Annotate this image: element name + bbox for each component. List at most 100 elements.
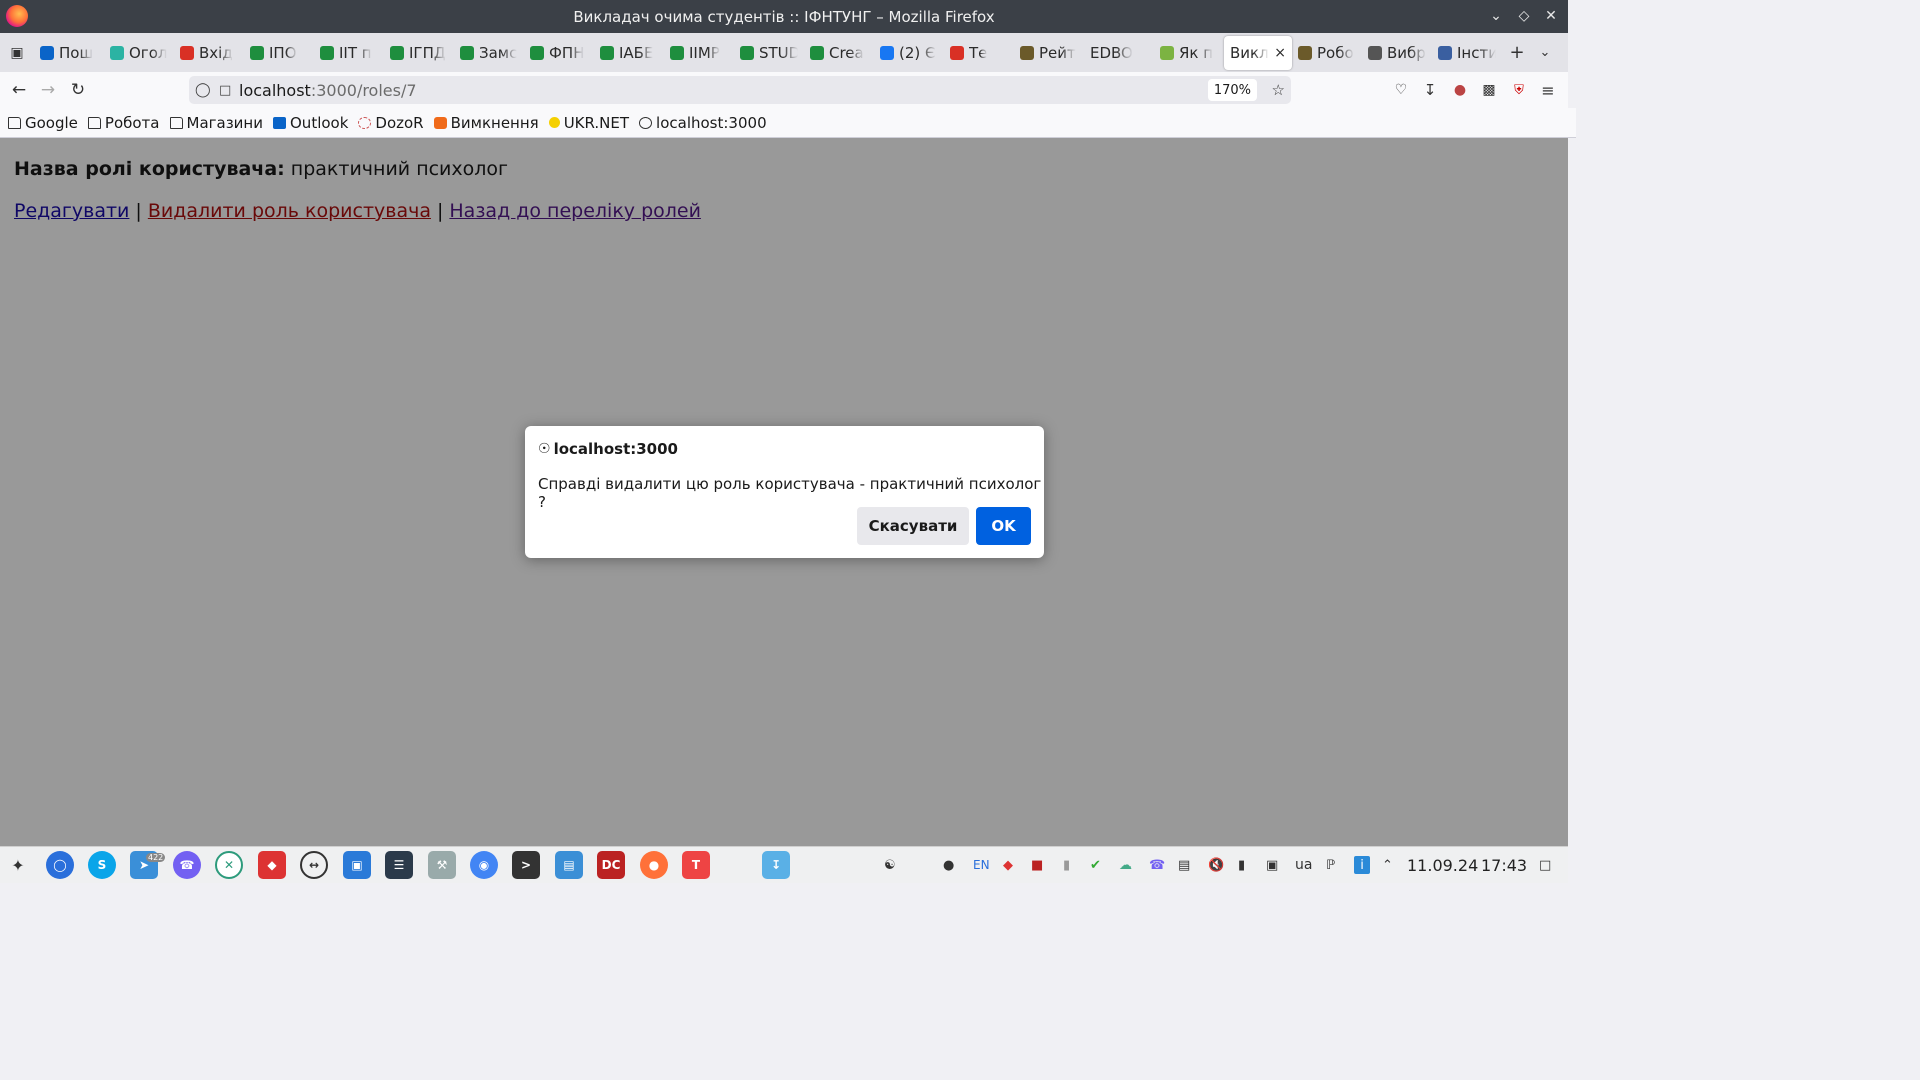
dc-tray-icon[interactable]: ■	[1031, 856, 1043, 874]
tab[interactable]: Робо	[1292, 36, 1362, 70]
tray-expand-icon[interactable]: ⌃	[1382, 856, 1393, 874]
back-button[interactable]: ←	[7, 78, 31, 102]
network-tray-icon[interactable]: ☯	[884, 856, 896, 874]
tools-icon[interactable]: ⚒	[428, 851, 456, 879]
bookmark-star-icon[interactable]: ☆	[1272, 81, 1285, 99]
skype-icon[interactable]: S	[88, 851, 116, 879]
forward-button[interactable]: →	[36, 78, 60, 102]
bluetooth-icon[interactable]: ℙ	[1326, 856, 1335, 874]
tab[interactable]: Вибр	[1362, 36, 1432, 70]
anydesk-icon[interactable]: ◆	[258, 851, 286, 879]
viber-tray-icon[interactable]: ☎	[1149, 856, 1165, 874]
tab[interactable]: ІІМР	[664, 36, 734, 70]
navigation-toolbar: ← → ↻ ◯ □ localhost:3000/roles/7 170% ☆ …	[0, 72, 1568, 108]
new-tab-button[interactable]: +	[1502, 42, 1532, 63]
tab[interactable]: Викл ×	[1224, 35, 1292, 70]
reload-button[interactable]: ↻	[66, 78, 90, 102]
tab-overview-icon[interactable]: ▣	[0, 45, 34, 61]
tab-close-icon[interactable]: ×	[1274, 45, 1286, 61]
page-info-icon[interactable]: □	[219, 83, 231, 98]
chromium-icon[interactable]: ◯	[46, 851, 74, 879]
anydesk-tray-icon[interactable]: ◆	[1003, 856, 1013, 874]
tab[interactable]: ІАБЕ	[594, 36, 664, 70]
close-icon[interactable]: ✕	[1541, 6, 1561, 26]
url-text[interactable]: localhost:3000/roles/7	[239, 81, 417, 100]
bookmark-item[interactable]: Робота	[87, 113, 160, 132]
bookmarks-toolbar: Google Робота Магазини Outlook DozoR Вимкненн…	[0, 108, 1576, 138]
extension-icon[interactable]: ●	[1448, 78, 1472, 102]
keyboard-layout-indicator[interactable]: EN	[973, 856, 990, 874]
tab[interactable]: Замс	[454, 36, 524, 70]
display-tray-icon[interactable]: ▣	[1266, 856, 1278, 874]
tab[interactable]: ІГПД	[384, 36, 454, 70]
tab[interactable]: EDBO	[1084, 36, 1154, 70]
tab-label: Викл	[1230, 43, 1269, 62]
clock-time[interactable]: 17:43	[1481, 856, 1527, 875]
bookmark-item[interactable]: Outlook	[273, 114, 348, 132]
tab[interactable]: Crea	[804, 36, 874, 70]
tab[interactable]: Пош	[34, 36, 104, 70]
folder-icon	[87, 116, 101, 129]
locale-indicator[interactable]: ua	[1295, 856, 1312, 874]
cancel-button[interactable]: Скасувати	[857, 507, 969, 545]
zoom-indicator[interactable]: 170%	[1207, 79, 1257, 101]
menu-hamburger-icon[interactable]: ≡	[1536, 78, 1560, 102]
bookmark-item[interactable]: Вимкнення	[433, 114, 539, 132]
app-launcher-icon[interactable]: ✦	[4, 851, 32, 879]
tab[interactable]: Вхід	[174, 36, 244, 70]
store-icon[interactable]: ▣	[343, 851, 371, 879]
helmet-tray-icon[interactable]: ●	[943, 856, 954, 874]
tab-list-chevron-icon[interactable]: ⌄	[1532, 45, 1558, 60]
firefox-taskbar-icon[interactable]: ●	[640, 851, 668, 879]
app-icon[interactable]: ✕	[215, 851, 243, 879]
battery-tray-icon[interactable]: ▮	[1238, 856, 1245, 874]
file-manager-icon[interactable]: ▤	[555, 851, 583, 879]
tab[interactable]: Інсти	[1432, 36, 1502, 70]
volume-muted-icon[interactable]: 🔇	[1208, 856, 1224, 874]
tab[interactable]: Огол	[104, 36, 174, 70]
terminal-panel-icon[interactable]: ☰	[385, 851, 413, 879]
viber-icon[interactable]: ☎	[173, 851, 201, 879]
cloud-tray-icon[interactable]: ☁	[1119, 856, 1132, 874]
minimize-icon[interactable]: ⌄	[1486, 6, 1506, 26]
tab[interactable]: ФПН	[524, 36, 594, 70]
doublecmd-icon[interactable]: DC	[597, 851, 625, 879]
tab[interactable]: STUD	[734, 36, 804, 70]
bookmark-item[interactable]: UKR.NET	[548, 113, 630, 132]
teamviewer-icon[interactable]: ↔	[300, 851, 328, 879]
tab[interactable]: Рейт	[1014, 36, 1084, 70]
calendar-icon[interactable]: T	[682, 851, 710, 879]
bookmark-item[interactable]: DozoR	[358, 114, 424, 132]
usb-tray-icon[interactable]: ▮	[1063, 856, 1070, 874]
globe-icon	[639, 116, 653, 129]
ok-button[interactable]: OK	[976, 507, 1031, 545]
tab[interactable]: Те	[944, 36, 1014, 70]
show-desktop-icon[interactable]: □	[1539, 856, 1551, 874]
tab[interactable]: Як п	[1154, 36, 1224, 70]
tab[interactable]: ІПО	[244, 36, 314, 70]
android-icon	[1160, 45, 1174, 60]
ublock-icon[interactable]: ⛨	[1507, 78, 1531, 102]
konsole-icon[interactable]: >	[512, 851, 540, 879]
bookmark-item[interactable]: localhost:3000	[639, 114, 767, 132]
maximize-icon[interactable]: ◇	[1514, 6, 1534, 26]
bookmark-item[interactable]: Google	[8, 114, 78, 132]
url-bar[interactable]: ◯ □ localhost:3000/roles/7 170% ☆	[189, 76, 1291, 104]
check-tray-icon[interactable]: ✔	[1090, 856, 1101, 874]
clipboard-tray-icon[interactable]: ▤	[1178, 856, 1190, 874]
downloads-icon[interactable]: ↧	[1418, 78, 1442, 102]
tracking-shield-icon[interactable]: ◯	[195, 82, 211, 98]
tab[interactable]: (2) Є	[874, 36, 944, 70]
tab[interactable]: ІІТ п	[314, 36, 384, 70]
bookmark-label: Магазини	[186, 113, 264, 132]
bookmark-label: Робота	[104, 113, 160, 132]
info-tray-icon[interactable]: i	[1354, 856, 1370, 874]
bookmark-item[interactable]: Магазини	[169, 113, 264, 132]
bookmark-label: UKR.NET	[563, 113, 630, 132]
download-manager-icon[interactable]: ↧	[762, 851, 790, 879]
clock-date[interactable]: 11.09.24	[1407, 856, 1478, 875]
extensions-puzzle-icon[interactable]: ▩	[1477, 78, 1501, 102]
dialog-message: Справді видалити цю роль користувача - п…	[538, 475, 1042, 511]
pocket-icon[interactable]: ♡	[1389, 78, 1413, 102]
chrome-icon[interactable]: ◉	[470, 851, 498, 879]
